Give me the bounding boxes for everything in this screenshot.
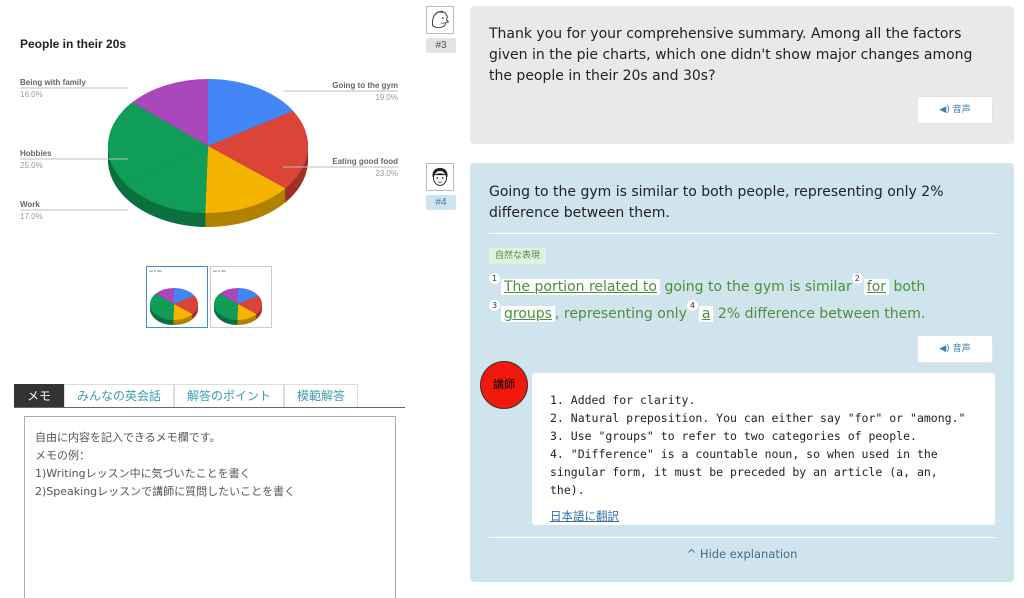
chart-thumbnails: ple in 20s ple in 30s <box>146 266 272 328</box>
tab-model-answer[interactable]: 模範解答 <box>284 384 359 407</box>
thumbnail-30s[interactable]: ple in 30s <box>210 266 272 328</box>
message-number-badge: #4 <box>426 195 456 210</box>
explanation-box: 1. Added for clarity. 2. Natural preposi… <box>532 373 995 525</box>
question-text: Thank you for your comprehensive summary… <box>489 26 973 84</box>
sentence-text: going to the gym is similar <box>660 279 852 295</box>
avatar-group-q: #3 <box>426 6 456 53</box>
slice-percent: 16.0% <box>20 90 43 99</box>
explanation-item: 1. Added for clarity. <box>550 393 696 407</box>
divider <box>489 233 995 234</box>
correction-4[interactable]: a <box>698 306 714 322</box>
corrected-sentence: 1The portion related to going to the gym… <box>489 273 1003 327</box>
sentence-text: 2% difference between them. <box>713 306 926 322</box>
slice-percent: 19.0% <box>375 93 398 102</box>
explanation-item: 4. "Difference" is a countable noun, so … <box>550 447 938 497</box>
slice-percent: 23.0% <box>375 169 398 178</box>
thumbnail-20s[interactable]: ple in 20s <box>146 266 208 328</box>
correction-2[interactable]: for <box>863 279 890 295</box>
avatar-student <box>426 6 454 34</box>
answer-bubble: Going to the gym is similar to both peop… <box>470 163 1014 582</box>
slice-percent: 25.0% <box>20 161 43 170</box>
slice-label: Being with family <box>20 78 86 87</box>
correction-number: 3 <box>489 300 500 311</box>
message-number-badge: #3 <box>426 38 456 53</box>
slice-label: Work <box>20 200 40 209</box>
avatar-user <box>426 163 454 191</box>
thumbnail-pie-20s <box>150 288 198 325</box>
slice-label: Eating good food <box>332 157 398 166</box>
tab-memo[interactable]: メモ <box>14 384 65 407</box>
answer-text: Going to the gym is similar to both peop… <box>489 184 944 221</box>
translate-link[interactable]: 日本語に翻訳 <box>550 507 619 525</box>
correction-number: 4 <box>686 300 698 311</box>
audio-button[interactable]: ◀) 音声 <box>917 96 993 124</box>
correction-1[interactable]: The portion related to <box>501 279 660 295</box>
correction-3[interactable]: groups <box>501 306 555 322</box>
explanation-item: 3. Use "groups" to refer to two categori… <box>550 429 917 443</box>
memo-textarea[interactable]: 自由に内容を記入できるメモ欄です。 メモの例： 1)Writingレッスン中に気… <box>24 416 396 598</box>
slice-label: Hobbies <box>20 149 52 158</box>
memo-tabs: メモ みんなの英会話 解答のポイント 模範解答 <box>14 384 405 408</box>
thumbnail-label: ple in 20s <box>149 269 162 273</box>
avatar-group-a: #4 <box>426 163 456 210</box>
tab-answer-points[interactable]: 解答のポイント <box>174 384 285 407</box>
natural-expression-label: 自然な表現 <box>489 248 547 264</box>
slice-percent: 17.0% <box>20 212 43 221</box>
divider <box>489 537 995 538</box>
pie-chart: Being with family 16.0% Hobbies 25.0% Work 17… <box>20 78 398 227</box>
thumbnail-pie-30s <box>214 288 262 325</box>
tab-everyone-conversation[interactable]: みんなの英会話 <box>64 384 175 407</box>
audio-button[interactable]: ◀) 音声 <box>917 335 993 363</box>
explanation-list: 1. Added for clarity. 2. Natural preposi… <box>550 391 977 499</box>
thumbnail-label: ple in 30s <box>213 269 226 273</box>
question-bubble: Thank you for your comprehensive summary… <box>470 6 1014 144</box>
correction-number: 2 <box>851 273 863 284</box>
correction-number: 1 <box>489 273 500 284</box>
hide-explanation-link[interactable]: ^ Hide explanation <box>470 547 1014 561</box>
sentence-text: both <box>889 279 926 295</box>
explanation-item: 2. Natural preposition. You can either s… <box>550 411 966 425</box>
sentence-text: , representing only <box>554 306 687 322</box>
teacher-badge: 講師 <box>480 361 528 409</box>
slice-label: Going to the gym <box>332 81 398 90</box>
